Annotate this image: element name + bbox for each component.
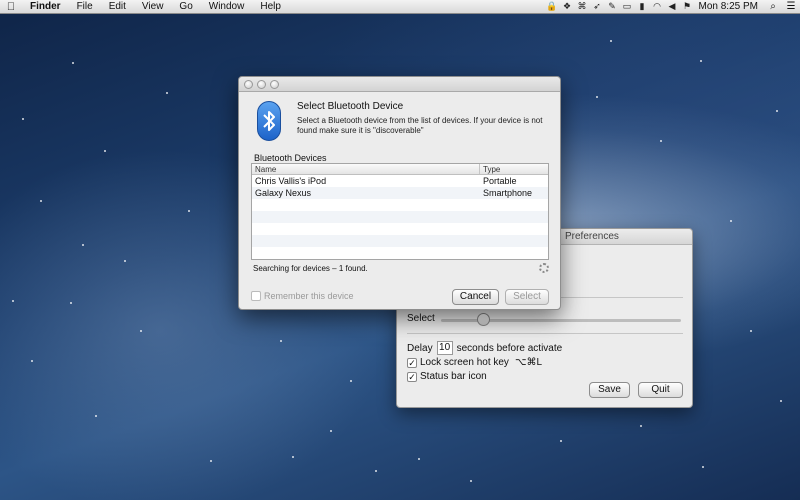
cancel-button[interactable]: Cancel <box>452 289 499 305</box>
menu-clock[interactable]: Mon 8:25 PM <box>695 1 764 12</box>
menu-finder[interactable]: Finder <box>22 0 69 14</box>
flag-icon[interactable]: ⚑ <box>680 1 695 12</box>
quit-button[interactable]: Quit <box>638 382 683 398</box>
evernote-icon[interactable]: ✎ <box>605 1 620 12</box>
table-row-empty <box>252 199 548 211</box>
table-row-empty <box>252 223 548 235</box>
select-slider-label: Select <box>407 313 435 324</box>
remember-device-checkbox[interactable] <box>251 291 261 301</box>
wifi-icon[interactable]: ◠ <box>650 1 665 12</box>
column-header-type[interactable]: Type <box>480 164 548 174</box>
select-slider-row: Select <box>407 313 435 324</box>
dropbox-icon[interactable]: ❖ <box>560 1 575 12</box>
minimize-window-button[interactable] <box>257 79 266 89</box>
menu-go[interactable]: Go <box>171 0 200 14</box>
menu-file[interactable]: File <box>69 0 101 14</box>
status-area: 🔒 ❖ ⌘ ➶ ✎ ▭ ▮ ◠ ◀ ⚑ Mon 8:25 PM ⌕ ☰ <box>545 0 800 14</box>
status-bar-row: ✓ Status bar icon <box>407 371 487 382</box>
lock-hotkey-shortcut[interactable]: ⌥⌘L <box>515 357 542 368</box>
select-slider-knob[interactable] <box>477 313 490 326</box>
search-status: Searching for devices – 1 found. <box>253 264 368 273</box>
table-row-empty <box>252 211 548 223</box>
devices-list-label: Bluetooth Devices <box>254 153 327 163</box>
dialog-titlebar <box>239 77 560 92</box>
volume-icon[interactable]: ◀ <box>665 1 680 12</box>
menu-help[interactable]: Help <box>252 0 289 14</box>
select-button[interactable]: Select <box>505 289 549 305</box>
dialog-heading: Select Bluetooth Device <box>297 101 404 112</box>
rocket-icon[interactable]: ➶ <box>590 1 605 12</box>
menu-edit[interactable]: Edit <box>101 0 134 14</box>
menu-view[interactable]: View <box>134 0 172 14</box>
lock-icon[interactable]: 🔒 <box>545 1 560 12</box>
status-bar-label: Status bar icon <box>420 371 487 382</box>
device-type: Portable <box>483 176 517 186</box>
loading-spinner-icon <box>539 263 549 273</box>
table-row[interactable]: Galaxy Nexus Smartphone <box>252 187 548 199</box>
zoom-window-button[interactable] <box>270 79 279 89</box>
remember-device-label: Remember this device <box>264 291 354 301</box>
table-row[interactable]: Chris Vallis's iPod Portable <box>252 175 548 187</box>
device-name: Galaxy Nexus <box>255 188 312 198</box>
column-header-name[interactable]: Name <box>252 164 480 174</box>
bluetooth-dialog: Select Bluetooth Device Select a Bluetoo… <box>238 76 561 310</box>
close-window-button[interactable] <box>244 79 253 89</box>
remember-device-row: Remember this device <box>251 291 354 301</box>
menu-bar:  Finder File Edit View Go Window Help 🔒… <box>0 0 800 14</box>
lock-hotkey-label: Lock screen hot key <box>420 357 509 368</box>
device-type: Smartphone <box>483 188 533 198</box>
prefs-divider <box>407 333 683 334</box>
apple-menu-icon[interactable]:  <box>0 1 22 13</box>
device-name: Chris Vallis's iPod <box>255 176 327 186</box>
lock-hotkey-checkbox[interactable]: ✓ <box>407 357 417 368</box>
menu-window[interactable]: Window <box>201 0 253 14</box>
table-header: Name Type <box>252 164 548 175</box>
notification-center-icon[interactable]: ☰ <box>782 1 800 12</box>
airplay-icon[interactable]: ▭ <box>620 1 635 12</box>
delay-suffix: seconds before activate <box>456 342 563 354</box>
lock-hotkey-row: ✓ Lock screen hot key ⌥⌘L <box>407 357 542 368</box>
battery-icon[interactable]: ▮ <box>635 1 650 12</box>
delay-row: Delay 10 seconds before activate <box>407 341 562 355</box>
bluetooth-app-icon[interactable]: ⌘ <box>575 1 590 12</box>
table-row-empty <box>252 235 548 247</box>
status-bar-checkbox[interactable]: ✓ <box>407 371 417 382</box>
save-button[interactable]: Save <box>589 382 630 398</box>
delay-input[interactable]: 10 <box>436 341 453 355</box>
dialog-description: Select a Bluetooth device from the list … <box>297 116 543 135</box>
devices-table: Name Type Chris Vallis's iPod Portable G… <box>251 163 549 260</box>
delay-label: Delay <box>407 342 433 354</box>
bluetooth-icon <box>257 101 281 141</box>
table-row-empty <box>252 247 548 259</box>
search-icon[interactable]: ⌕ <box>764 1 782 12</box>
